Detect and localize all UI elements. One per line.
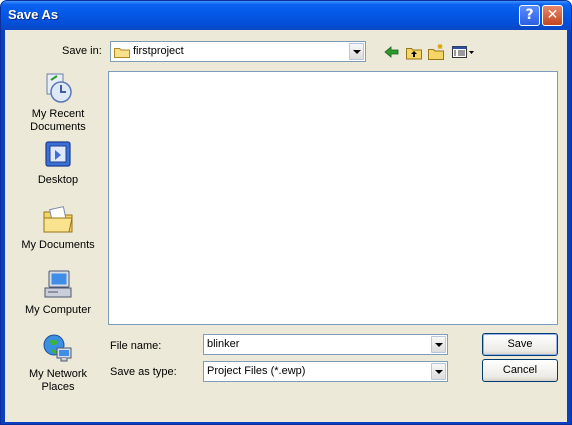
recent-documents-icon: [46, 73, 72, 103]
save-as-type-dropdown[interactable]: Project Files (*.ewp): [203, 361, 448, 382]
window-title: Save As: [8, 7, 59, 22]
save-as-dialog: Save As ? ✕ Save in: firstproject My Rec…: [0, 0, 572, 425]
save-in-label: Save in:: [62, 45, 102, 57]
file-name-combobox[interactable]: [203, 334, 448, 355]
place-my-recent-documents[interactable]: My Recent Documents: [17, 72, 99, 134]
title-bar[interactable]: Save As ? ✕: [1, 1, 571, 30]
place-desktop[interactable]: Desktop: [17, 138, 99, 187]
place-label-line2: Documents: [30, 121, 86, 133]
place-label-line1: My Computer: [24, 304, 92, 316]
file-list-view[interactable]: [108, 71, 558, 325]
back-arrow-icon[interactable]: [383, 43, 401, 61]
chevron-down-icon[interactable]: [431, 363, 446, 380]
dialog-body: Save in: firstproject My Recent Document…: [5, 30, 567, 422]
chevron-down-icon[interactable]: [431, 336, 446, 353]
place-label-line1: My Documents: [21, 239, 95, 251]
help-button[interactable]: ?: [519, 5, 540, 26]
my-documents-icon: [43, 206, 73, 233]
file-name-input[interactable]: [204, 335, 424, 352]
network-places-icon: [43, 334, 72, 362]
folder-icon: [114, 48, 130, 58]
place-my-computer[interactable]: My Computer: [17, 268, 99, 317]
save-in-value: firstproject: [133, 45, 184, 57]
file-name-label: File name:: [110, 340, 162, 352]
my-computer-icon: [44, 270, 72, 298]
up-one-level-icon[interactable]: [405, 43, 423, 61]
place-label-line1: Desktop: [37, 174, 79, 186]
place-label-line1: My Recent: [31, 108, 85, 120]
place-my-documents[interactable]: My Documents: [17, 203, 99, 252]
place-label-line2: Places: [41, 381, 75, 393]
save-as-type-value: Project Files (*.ewp): [207, 365, 306, 377]
place-label-line1: My Network: [28, 368, 88, 380]
new-folder-icon[interactable]: [427, 43, 445, 61]
cancel-button[interactable]: Cancel: [482, 359, 558, 382]
save-as-type-label: Save as type:: [110, 366, 177, 378]
chevron-down-icon[interactable]: [349, 43, 364, 60]
place-my-network-places[interactable]: My Network Places: [17, 332, 99, 394]
views-menu-icon[interactable]: [451, 43, 475, 61]
save-in-dropdown[interactable]: firstproject: [110, 41, 366, 62]
save-button[interactable]: Save: [482, 333, 558, 356]
desktop-icon: [45, 141, 71, 167]
close-button[interactable]: ✕: [542, 5, 563, 26]
